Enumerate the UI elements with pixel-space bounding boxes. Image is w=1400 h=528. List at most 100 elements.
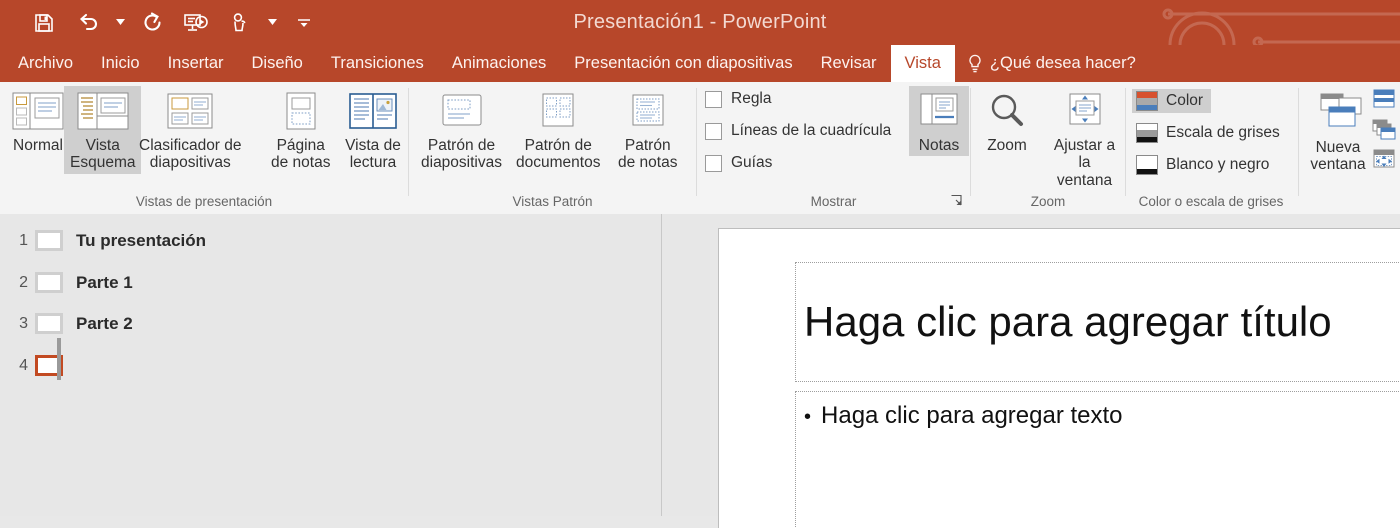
save-button[interactable]	[22, 3, 66, 43]
slide-number-1: 1	[19, 231, 28, 249]
handout-master-icon	[542, 93, 574, 127]
outline-row-4[interactable]: 4	[6, 355, 76, 376]
guides-checkbox[interactable]	[705, 154, 722, 172]
body-placeholder[interactable]: • Haga clic para agregar texto	[795, 391, 1400, 528]
quick-access-toolbar	[22, 0, 326, 45]
tell-me-box[interactable]: ¿Qué desea hacer?	[955, 45, 1148, 82]
normal-view-button[interactable]: Normal	[4, 86, 72, 156]
normal-view-icon	[12, 92, 64, 130]
gridlines-label: Líneas de la cuadrícula	[731, 122, 892, 139]
checkbox-row-regla[interactable]: Regla	[705, 90, 772, 108]
reading-view-button[interactable]: Vista de lectura	[339, 86, 407, 174]
new-window-label: Nueva ventana	[1310, 139, 1366, 174]
redo-button[interactable]	[130, 3, 174, 43]
tell-me-label: ¿Qué desea hacer?	[989, 54, 1136, 72]
slide-master-button[interactable]: Patrón de diapositivas	[415, 86, 508, 174]
tab-revisar[interactable]: Revisar	[807, 45, 891, 82]
color-option-grayscale[interactable]: Escala de grises	[1132, 121, 1288, 145]
gridlines-checkbox[interactable]	[705, 122, 722, 140]
color-swatch-grayscale	[1136, 123, 1158, 143]
notes-master-icon	[632, 94, 664, 126]
fit-window-icon	[1069, 93, 1100, 125]
fit-window-button[interactable]: Ajustar a la ventana	[1044, 86, 1125, 191]
slide-canvas[interactable]: Haga clic para agregar título • Haga cli…	[718, 228, 1400, 528]
outline-row-1[interactable]: 1 Tu presentación	[6, 230, 206, 251]
color-option-blackwhite[interactable]: Blanco y negro	[1132, 153, 1277, 177]
outline-row-2[interactable]: 2 Parte 1	[6, 272, 133, 293]
ruler-checkbox[interactable]	[705, 90, 722, 108]
reading-view-icon	[349, 93, 397, 129]
checkbox-row-guides[interactable]: Guías	[705, 154, 772, 172]
normal-view-label: Normal	[13, 137, 63, 154]
undo-button[interactable]	[66, 3, 110, 43]
arrange-all-icon[interactable]	[1371, 88, 1397, 110]
slide-thumbnail-2[interactable]	[35, 272, 63, 293]
undo-dropdown-chevron-down-icon[interactable]	[110, 3, 130, 43]
handout-master-label: Patrón de documentos	[516, 137, 601, 172]
zoom-label: Zoom	[987, 137, 1027, 154]
tab-animaciones[interactable]: Animaciones	[438, 45, 560, 82]
ribbon-group-zoom: Zoom Ajustar a la ventana Zoom	[971, 82, 1125, 213]
fit-window-label: Ajustar a la ventana	[1053, 137, 1116, 189]
start-slideshow-button[interactable]	[174, 3, 218, 43]
notes-master-label: Patrón de notas	[618, 137, 678, 172]
touch-mode-button[interactable]	[218, 3, 262, 43]
notes-icon	[920, 93, 958, 125]
ruler-label: Regla	[731, 90, 772, 107]
tab-inicio[interactable]: Inicio	[87, 45, 154, 82]
title-bar-decoration	[1162, 8, 1400, 45]
outline-view-button[interactable]: Vista Esquema	[64, 86, 142, 174]
slide-title-2[interactable]: Parte 1	[76, 273, 133, 293]
tab-vista[interactable]: Vista	[890, 45, 955, 82]
slide-master-icon	[442, 94, 481, 126]
slide-thumbnail-1[interactable]	[35, 230, 63, 251]
slide-master-label: Patrón de diapositivas	[421, 137, 502, 172]
tab-presentacion-con-diapositivas[interactable]: Presentación con diapositivas	[560, 45, 806, 82]
handout-master-button[interactable]: Patrón de documentos	[510, 86, 606, 174]
outline-row-3[interactable]: 3 Parte 2	[6, 313, 133, 334]
outline-view-label: Vista Esquema	[70, 137, 136, 172]
ribbon-group-color-grayscale: Color Escala de grises Blanco y negro Co…	[1126, 82, 1296, 213]
tab-insertar[interactable]: Insertar	[154, 45, 238, 82]
color-option-label-grayscale: Escala de grises	[1166, 124, 1280, 141]
color-swatch-color	[1136, 91, 1158, 111]
notes-button[interactable]: Notas	[909, 86, 969, 157]
customize-qat-button[interactable]	[282, 3, 326, 43]
cascade-icon[interactable]	[1371, 118, 1397, 140]
new-window-button[interactable]: Nueva ventana	[1301, 86, 1375, 176]
color-option-color[interactable]: Color	[1132, 89, 1212, 113]
ribbon-tab-bar: Archivo Inicio Insertar Diseño Transicio…	[0, 45, 1400, 82]
text-cursor	[57, 338, 61, 380]
magnifier-icon	[991, 94, 1023, 126]
tab-transiciones[interactable]: Transiciones	[317, 45, 438, 82]
slide-editing-area: Haga clic para agregar título • Haga cli…	[662, 214, 1400, 528]
tab-archivo[interactable]: Archivo	[4, 45, 87, 82]
outline-pane[interactable]: 1 Tu presentación 2 Parte 1 3 Parte 2 4	[0, 214, 662, 516]
zoom-button[interactable]: Zoom	[977, 86, 1037, 156]
new-window-icon	[1320, 93, 1362, 127]
touch-mode-dropdown-chevron-down-icon[interactable]	[262, 3, 282, 43]
move-split-icon[interactable]	[1371, 148, 1397, 170]
ribbon-group-show: Regla Líneas de la cuadrícula Guías Nota…	[697, 82, 970, 213]
lightbulb-icon	[969, 54, 981, 72]
notes-page-icon	[286, 92, 316, 130]
notes-master-button[interactable]: Patrón de notas	[612, 86, 683, 174]
checkbox-row-gridlines[interactable]: Líneas de la cuadrícula	[705, 122, 891, 140]
slide-sorter-button[interactable]: Clasificador de diapositivas	[133, 86, 248, 174]
slide-sorter-icon	[167, 93, 213, 129]
group-label-master-views: Vistas Patrón	[512, 194, 593, 209]
title-bar: Presentación1 - PowerPoint	[0, 0, 1400, 45]
ribbon-group-master-views: Patrón de diapositivas Patrón de documen…	[409, 82, 696, 213]
group-label-zoom: Zoom	[1030, 194, 1066, 209]
title-placeholder[interactable]: Haga clic para agregar título	[795, 262, 1400, 382]
tab-diseno[interactable]: Diseño	[238, 45, 317, 82]
slide-thumbnail-3[interactable]	[35, 313, 63, 334]
slide-title-1[interactable]: Tu presentación	[76, 231, 206, 251]
slide-sorter-label: Clasificador de diapositivas	[139, 137, 242, 172]
slide-title-3[interactable]: Parte 2	[76, 314, 133, 334]
bullet-icon: •	[804, 406, 812, 428]
ribbon: Normal Vista Esquema Clasificador de dia…	[0, 82, 1400, 215]
group-label-color-grayscale: Color o escala de grises	[1138, 194, 1284, 209]
notes-page-button[interactable]: Página de notas	[265, 86, 336, 174]
group-label-presentation-views: Vistas de presentación	[135, 194, 273, 209]
